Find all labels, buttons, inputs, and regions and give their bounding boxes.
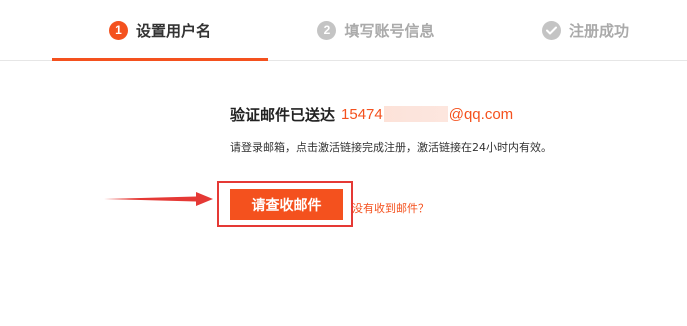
arrow-right-icon: [104, 192, 213, 206]
heading-text: 验证邮件已送达: [230, 106, 336, 124]
check-circle-icon: [541, 20, 561, 40]
verification-heading: 验证邮件已送达 15474 @qq.com: [230, 104, 513, 125]
step-1-number-icon: 1: [108, 20, 128, 40]
email-prefix: 15474: [341, 106, 383, 123]
register-page: 1 设置用户名 2 填写账号信息 注册成功 验证邮件已送达 15474 @qq.c…: [0, 0, 687, 326]
step-2-label: 填写账号信息: [344, 21, 435, 40]
email-redaction-mask: [383, 106, 448, 122]
check-mail-button[interactable]: 请查收邮件: [230, 189, 343, 220]
step-set-username: 1 设置用户名: [52, 0, 268, 61]
no-mail-received-link[interactable]: 没有收到邮件？: [352, 200, 429, 216]
step-register-success: 注册成功: [484, 0, 687, 60]
active-step-underline: [52, 58, 268, 61]
step-3-label: 注册成功: [568, 21, 629, 40]
activation-description: 请登录邮箱，点击激活链接完成注册，激活链接在24小时内有效。: [230, 141, 552, 154]
step-1-label: 设置用户名: [135, 21, 211, 40]
step-fill-account-info: 2 填写账号信息: [268, 0, 484, 60]
email-suffix: @qq.com: [448, 106, 514, 123]
step-2-number-icon: 2: [317, 20, 337, 40]
step-bar: 1 设置用户名 2 填写账号信息 注册成功: [0, 0, 687, 61]
email-address: 15474 @qq.com: [341, 106, 513, 123]
